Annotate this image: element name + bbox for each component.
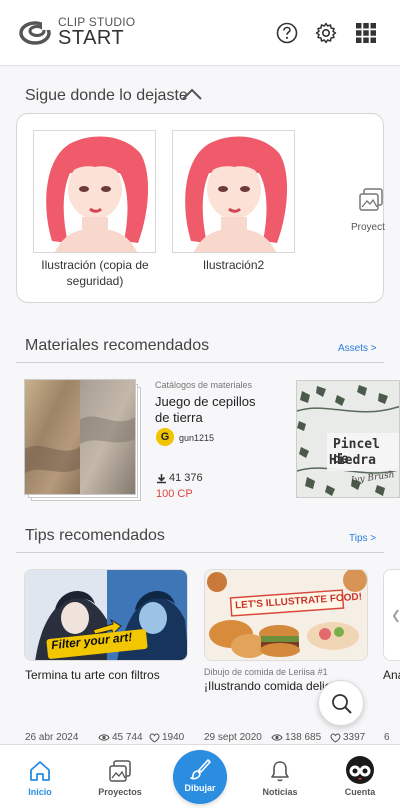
tip-subtitle: Dibujo de comida de Leriisa #1	[204, 667, 328, 677]
download-count: 41 376	[169, 472, 203, 484]
nav-label: Proyectos	[98, 787, 142, 797]
tip-views: 138 685	[285, 732, 322, 743]
home-icon	[30, 761, 50, 781]
tip-title[interactable]: Ana	[383, 668, 400, 682]
material-item[interactable]: Pincel de Hiedra Ivy Brush	[296, 380, 400, 498]
tip-thumbnail	[384, 570, 400, 660]
project-label[interactable]: Ilustración (copia de seguridad)	[27, 257, 163, 289]
material-category: Catálogos de materiales	[155, 380, 253, 390]
views-eye-icon	[271, 734, 283, 741]
author-avatar[interactable]: G	[156, 428, 174, 446]
tip-thumbnail	[25, 570, 187, 660]
assets-link[interactable]: Assets >	[338, 343, 377, 354]
material-info: Catálogos de materiales Juego de cepillo…	[155, 380, 273, 426]
likes-heart-icon	[149, 733, 160, 743]
nav-label: Inicio	[28, 787, 52, 797]
draw-button[interactable]: Dibujar	[173, 750, 227, 804]
section-divider	[16, 362, 384, 363]
project-label[interactable]: Ilustración2	[171, 257, 296, 273]
material-preview-text: Hiedra	[329, 453, 376, 468]
projects-folder-icon[interactable]	[357, 186, 385, 214]
tip-views: 45 744	[112, 732, 143, 743]
settings-gear-icon[interactable]	[315, 22, 337, 44]
tip-date: 29 sept 2020	[204, 732, 262, 743]
tip-date: 6	[384, 732, 390, 743]
material-thumbnail	[24, 379, 136, 495]
likes-heart-icon	[330, 733, 341, 743]
views-eye-icon	[98, 734, 110, 741]
tip-likes: 1940	[162, 732, 185, 743]
app-root: CLIP STUDIO START Sigue donde lo dejaste	[0, 0, 400, 808]
tip-date: 26 abr 2024	[25, 732, 79, 743]
nav-label: Noticias	[262, 787, 298, 797]
logo-text-line2: START	[58, 27, 125, 49]
top-bar: CLIP STUDIO START	[0, 0, 400, 66]
material-title[interactable]: Juego de cepillos de tierra	[155, 394, 273, 426]
avatar	[346, 756, 374, 784]
search-icon	[332, 694, 352, 714]
project-thumbnail[interactable]	[172, 130, 295, 253]
project-thumbnail[interactable]	[33, 130, 156, 253]
tip-thumbnail	[205, 570, 367, 660]
tips-link[interactable]: Tips >	[349, 533, 376, 544]
nav-item-proyectos[interactable]: Proyectos	[85, 745, 155, 808]
continue-section-title: Sigue donde lo dejaste	[25, 87, 188, 104]
projects-link-label[interactable]: Proyect	[351, 222, 385, 233]
bell-icon	[271, 761, 289, 782]
chevron-up-icon[interactable]	[181, 87, 203, 101]
tip-card-image[interactable]	[383, 569, 400, 661]
projects-icon	[109, 760, 131, 782]
apps-grid-icon[interactable]	[355, 22, 377, 44]
section-divider	[16, 552, 384, 553]
brush-icon	[190, 759, 211, 780]
nav-item-noticias[interactable]: Noticias	[245, 745, 315, 808]
author-name[interactable]: gun1215	[179, 433, 214, 443]
download-icon	[157, 474, 166, 484]
tip-title[interactable]: ¡Ilustrando comida deliciosa!	[204, 679, 332, 693]
help-icon[interactable]	[276, 22, 298, 44]
tip-title[interactable]: Termina tu arte con filtros	[25, 668, 160, 682]
recent-projects-card: Ilustración (copia de seguridad) Ilustra…	[16, 113, 385, 303]
search-button[interactable]	[318, 680, 364, 726]
nav-item-inicio[interactable]: Inicio	[5, 745, 75, 808]
tip-card-image[interactable]: Filter your art!	[24, 569, 188, 661]
draw-button-label: Dibujar	[184, 783, 216, 793]
clip-studio-logo: CLIP STUDIO START	[18, 16, 135, 48]
nav-item-cuenta[interactable]: Cuenta	[325, 745, 395, 808]
material-price: 100 CP	[156, 488, 193, 500]
materials-section-title: Materiales recomendados	[25, 337, 210, 354]
tip-card-image[interactable]: LET'S ILLUSTRATE FOOD!	[204, 569, 368, 661]
project-thumbnail-image	[34, 131, 155, 252]
clip-studio-logo-mark	[19, 21, 52, 45]
nav-label: Cuenta	[344, 787, 376, 797]
project-thumbnail-image	[173, 131, 294, 252]
tip-likes: 3397	[343, 732, 366, 743]
tips-section-title: Tips recomendados	[25, 527, 165, 544]
